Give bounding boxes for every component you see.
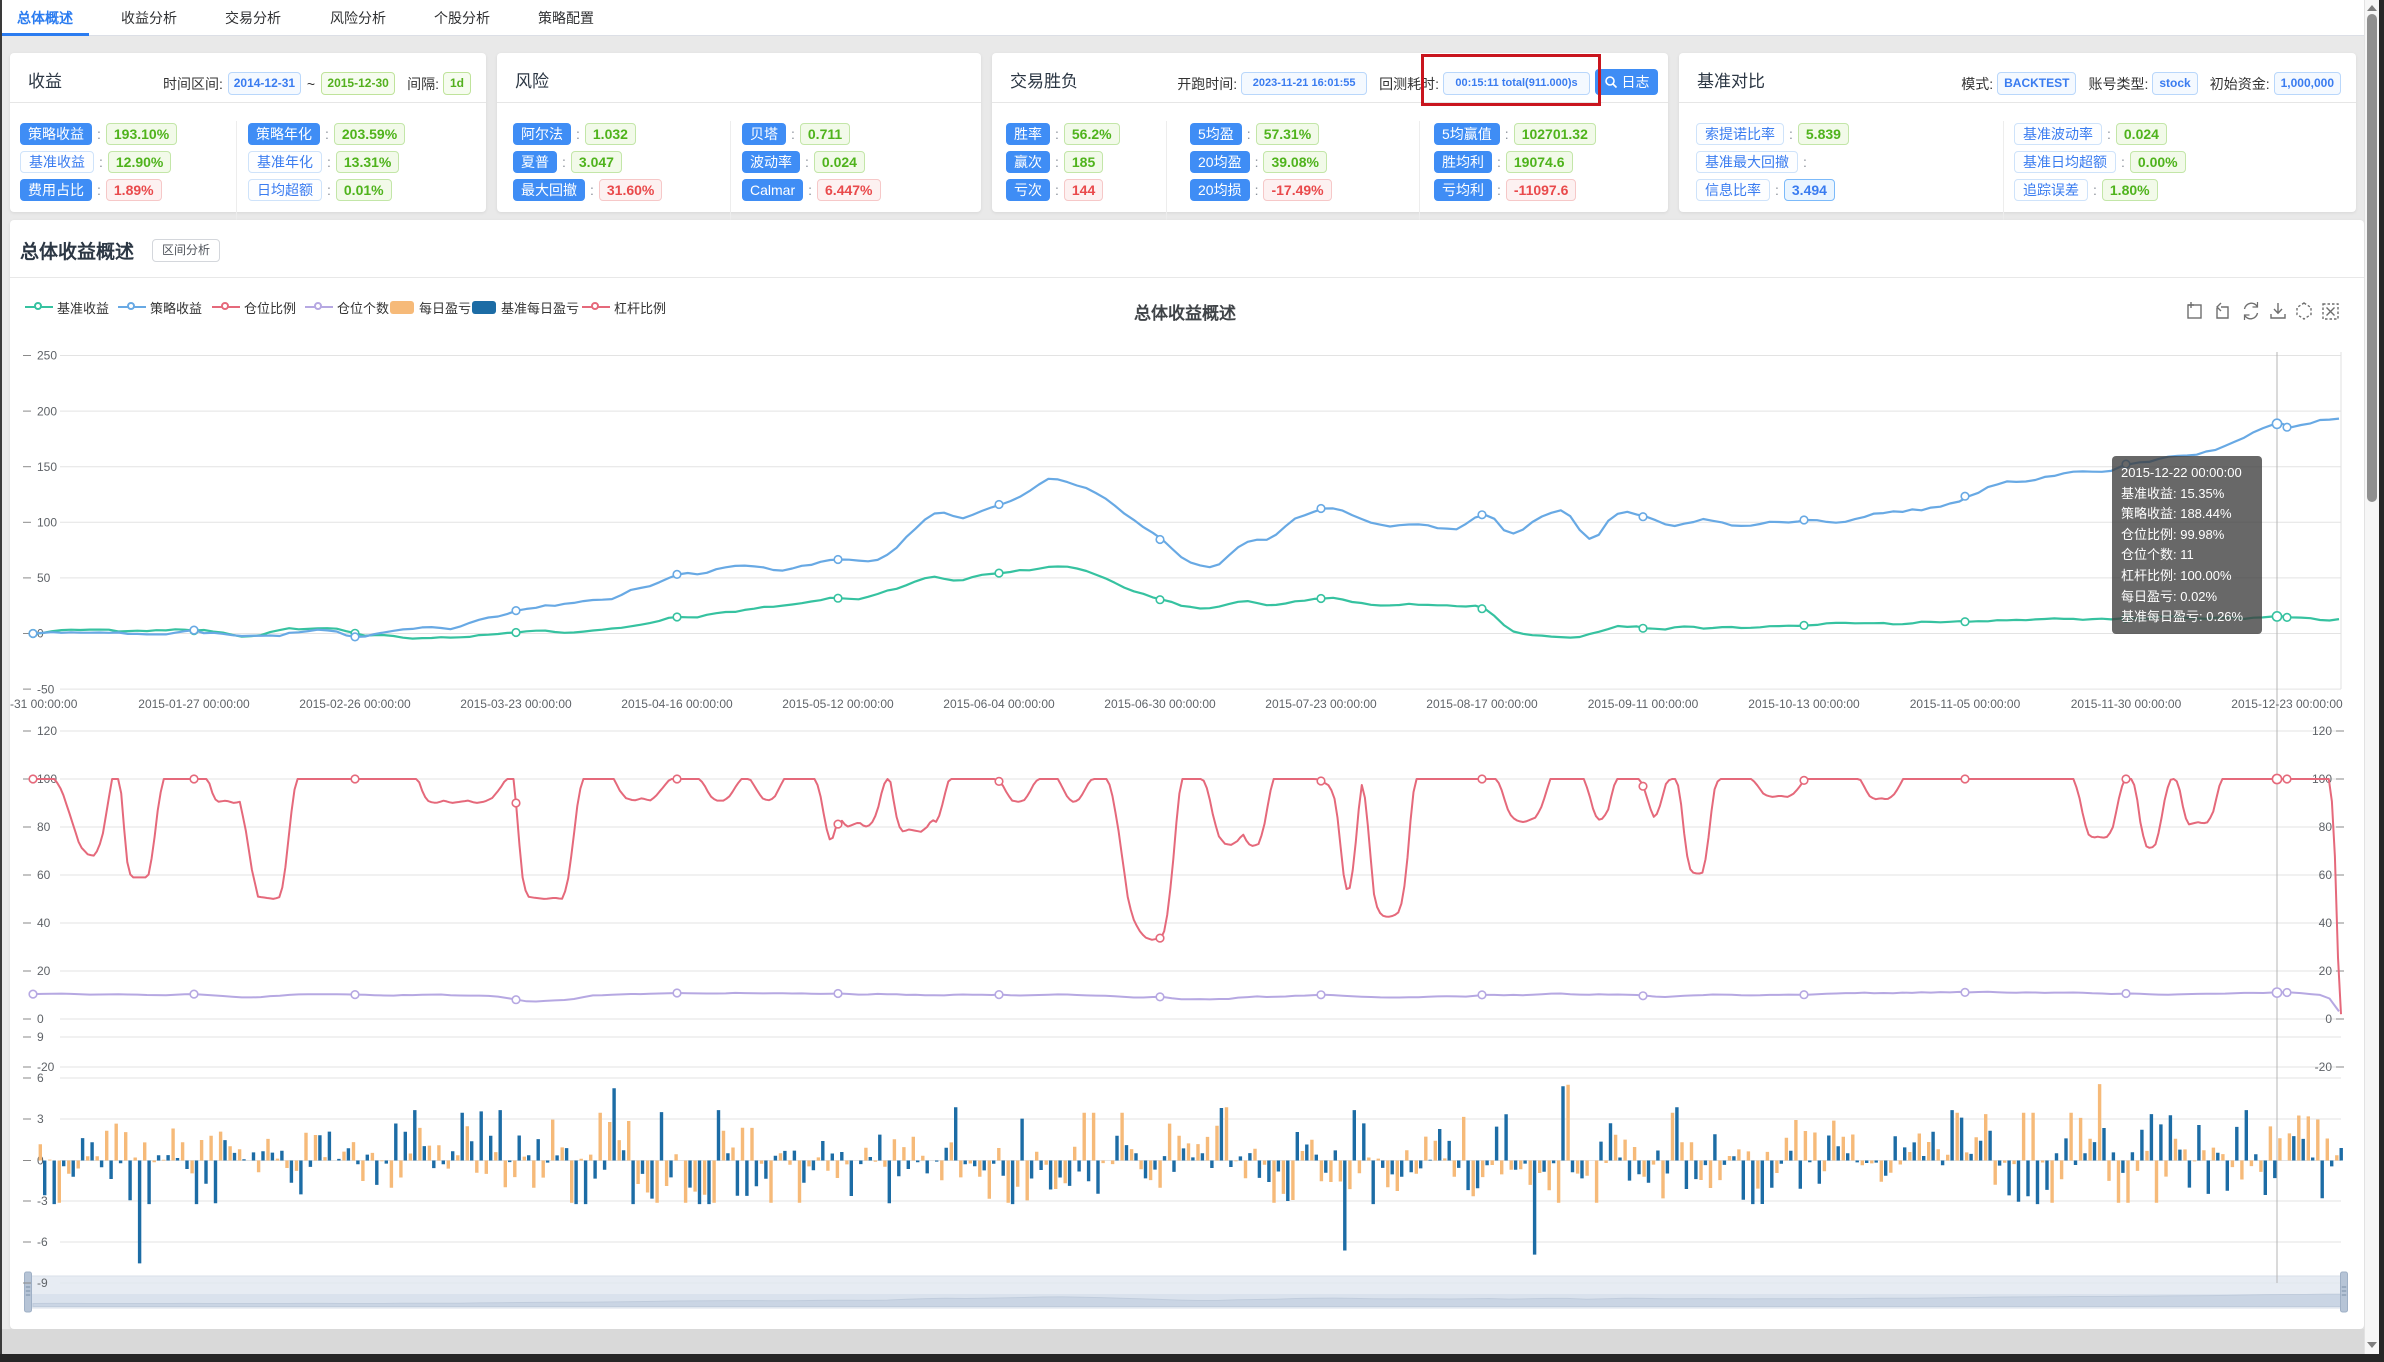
svg-text:2015-07-23 00:00:00: 2015-07-23 00:00:00 xyxy=(1265,697,1377,711)
svg-text:0: 0 xyxy=(37,1012,44,1026)
svg-text:9: 9 xyxy=(37,1030,44,1044)
svg-text:80: 80 xyxy=(2319,820,2333,834)
svg-text:3: 3 xyxy=(37,1112,44,1126)
svg-text:120: 120 xyxy=(2312,724,2332,738)
svg-text:-3: -3 xyxy=(37,1194,48,1208)
svg-text:2015-01-27 00:00:00: 2015-01-27 00:00:00 xyxy=(138,697,250,711)
svg-text:2015-02-26 00:00:00: 2015-02-26 00:00:00 xyxy=(299,697,411,711)
svg-text:60: 60 xyxy=(2319,868,2333,882)
svg-text:150: 150 xyxy=(37,460,57,474)
svg-text:2015-05-12 00:00:00: 2015-05-12 00:00:00 xyxy=(782,697,894,711)
svg-text:2015-10-13 00:00:00: 2015-10-13 00:00:00 xyxy=(1748,697,1860,711)
svg-text:-31 00:00:00: -31 00:00:00 xyxy=(10,697,78,711)
svg-text:50: 50 xyxy=(37,571,51,585)
svg-text:20: 20 xyxy=(2319,964,2333,978)
svg-text:0: 0 xyxy=(2325,1012,2332,1026)
svg-text:40: 40 xyxy=(2319,916,2333,930)
svg-text:2015-04-16 00:00:00: 2015-04-16 00:00:00 xyxy=(621,697,733,711)
svg-text:60: 60 xyxy=(37,868,51,882)
svg-text:80: 80 xyxy=(37,820,51,834)
svg-text:120: 120 xyxy=(37,724,57,738)
svg-text:2015-06-30 00:00:00: 2015-06-30 00:00:00 xyxy=(1104,697,1216,711)
svg-text:2015-06-04 00:00:00: 2015-06-04 00:00:00 xyxy=(943,697,1055,711)
svg-text:2015-11-30 00:00:00: 2015-11-30 00:00:00 xyxy=(2071,697,2182,711)
svg-text:200: 200 xyxy=(37,404,57,418)
svg-text:-20: -20 xyxy=(2315,1060,2333,1074)
svg-text:2015-08-17 00:00:00: 2015-08-17 00:00:00 xyxy=(1426,697,1538,711)
svg-text:100: 100 xyxy=(37,516,57,530)
svg-text:250: 250 xyxy=(37,349,57,363)
svg-text:2015-09-11 00:00:00: 2015-09-11 00:00:00 xyxy=(1588,697,1699,711)
svg-text:2015-03-23 00:00:00: 2015-03-23 00:00:00 xyxy=(460,697,572,711)
svg-text:2015-12-23 00:00:00: 2015-12-23 00:00:00 xyxy=(2231,697,2343,711)
svg-text:40: 40 xyxy=(37,916,51,930)
svg-text:-50: -50 xyxy=(37,682,55,696)
svg-text:-6: -6 xyxy=(37,1235,48,1249)
svg-text:2015-11-05 00:00:00: 2015-11-05 00:00:00 xyxy=(1910,697,2021,711)
svg-text:20: 20 xyxy=(37,964,51,978)
svg-text:6: 6 xyxy=(37,1071,44,1085)
svg-text:-9: -9 xyxy=(37,1276,48,1290)
